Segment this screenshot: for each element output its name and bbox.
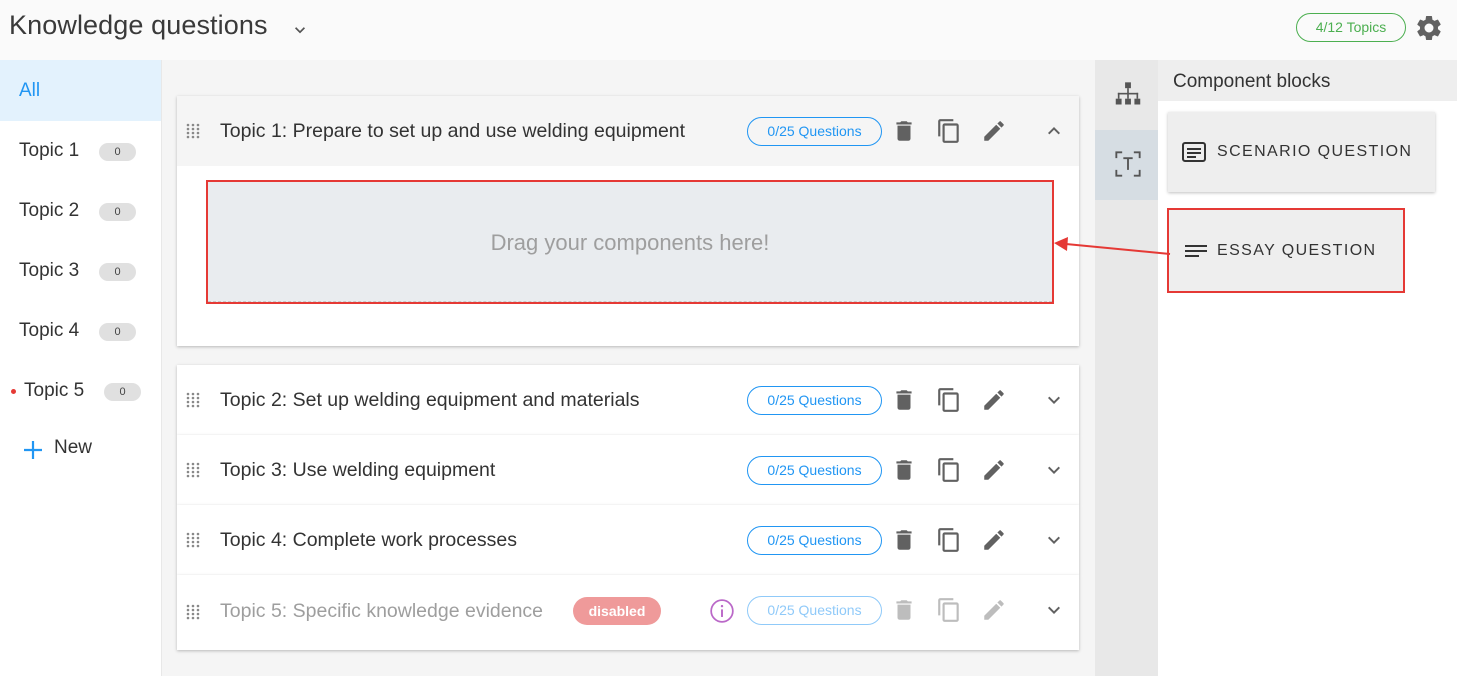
text-blocks-tab[interactable] (1095, 130, 1158, 200)
subject-box-icon (1182, 142, 1206, 162)
drag-handle-icon[interactable] (185, 122, 201, 140)
disabled-badge: disabled (573, 597, 661, 625)
chevron-up-icon[interactable] (1041, 119, 1067, 143)
sitemap-icon (1115, 82, 1141, 105)
sidebar-item-topic-1[interactable]: Topic 1 0 (0, 121, 161, 181)
sidebar-item-topic-3[interactable]: Topic 3 0 (0, 241, 161, 301)
tool-rail (1095, 60, 1158, 676)
count-badge: 0 (104, 383, 141, 401)
chevron-down-icon[interactable] (1041, 458, 1067, 482)
topic-card-header[interactable]: Topic 2: Set up welding equipment and ma… (177, 365, 1079, 435)
copy-icon[interactable] (936, 118, 962, 144)
new-topic-label: New (54, 437, 93, 458)
status-dot (11, 389, 16, 394)
copy-icon[interactable] (936, 527, 962, 553)
questions-count-badge: 0/25 Questions (747, 456, 882, 485)
sidebar-item-all[interactable]: All (0, 60, 161, 121)
drag-handle-icon[interactable] (185, 531, 201, 549)
drop-zone-text: Drag your components here! (490, 230, 770, 255)
text-frame-icon (1115, 151, 1141, 177)
app-header: Knowledge questions 4/12 Topics (0, 0, 1457, 60)
drag-handle-icon[interactable] (185, 603, 201, 621)
sidebar-item-topic-4[interactable]: Topic 4 0 (0, 301, 161, 361)
questions-count-badge: 0/25 Questions (747, 596, 882, 625)
topics-count-badge: 4/12 Topics (1296, 13, 1406, 42)
topic-card-5: Topic 5: Specific knowledge evidence dis… (177, 575, 1079, 650)
count-badge: 0 (99, 323, 136, 341)
topic-card-2: Topic 2: Set up welding equipment and ma… (177, 365, 1079, 435)
lines-icon (1185, 245, 1207, 257)
sidebar-item-label: Topic 1 (19, 140, 80, 161)
topic-title: Topic 1: Prepare to set up and use weldi… (220, 120, 686, 142)
gear-icon[interactable] (1414, 13, 1444, 43)
chevron-down-icon[interactable] (290, 20, 310, 40)
drag-handle-icon[interactable] (185, 461, 201, 479)
panel-title: Component blocks (1158, 60, 1457, 101)
sidebar-item-label: Topic 3 (19, 260, 80, 281)
sidebar-item-topic-5[interactable]: Topic 5 0 (0, 361, 161, 421)
page-title: Knowledge questions (9, 10, 268, 40)
trash-icon[interactable] (891, 457, 917, 483)
essay-question-block[interactable]: ESSAY QUESTION (1167, 208, 1405, 293)
topic-card-4: Topic 4: Complete work processes 0/25 Qu… (177, 505, 1079, 575)
trash-icon[interactable] (891, 118, 917, 144)
count-badge: 0 (99, 143, 136, 161)
sidebar-item-label: Topic 2 (19, 200, 80, 221)
questions-count-badge: 0/25 Questions (747, 526, 882, 555)
topic-card-3: Topic 3: Use welding equipment 0/25 Ques… (177, 435, 1079, 505)
sidebar-item-label: Topic 5 (24, 380, 85, 401)
topic-card-header[interactable]: Topic 5: Specific knowledge evidence dis… (177, 575, 1079, 650)
plus-icon (24, 441, 42, 459)
count-badge: 0 (99, 263, 136, 281)
component-blocks-panel: Component blocks SCENARIO QUESTION ESSAY… (1158, 60, 1457, 676)
chevron-down-icon[interactable] (1041, 528, 1067, 552)
chevron-down-icon[interactable] (1041, 598, 1067, 622)
topics-list: Topic 1: Prepare to set up and use weldi… (162, 60, 1095, 676)
sidebar-item-topic-2[interactable]: Topic 2 0 (0, 181, 161, 241)
count-badge: 0 (99, 203, 136, 221)
topic-title: Topic 5: Specific knowledge evidence (220, 600, 544, 622)
pencil-icon[interactable] (981, 457, 1007, 483)
drag-handle-icon[interactable] (185, 391, 201, 409)
topic-card-header[interactable]: Topic 4: Complete work processes 0/25 Qu… (177, 505, 1079, 575)
trash-icon[interactable] (891, 387, 917, 413)
scenario-question-block[interactable]: SCENARIO QUESTION (1168, 112, 1435, 192)
structure-tab[interactable] (1095, 60, 1158, 130)
annotation-arrow-icon (1054, 237, 1171, 255)
block-label: SCENARIO QUESTION (1217, 143, 1413, 160)
questions-count-badge: 0/25 Questions (747, 386, 882, 415)
topic-title: Topic 2: Set up welding equipment and ma… (220, 389, 640, 411)
copy-icon[interactable] (936, 387, 962, 413)
trash-icon (896, 600, 912, 620)
topic-card-1: Topic 1: Prepare to set up and use weldi… (177, 96, 1079, 346)
topic-title: Topic 3: Use welding equipment (220, 459, 496, 481)
sidebar-item-label: Topic 4 (19, 320, 80, 341)
topic-title: Topic 4: Complete work processes (220, 529, 517, 551)
pencil-icon[interactable] (981, 387, 1007, 413)
copy-icon[interactable] (936, 457, 962, 483)
pencil-icon (984, 600, 1004, 620)
drop-zone[interactable]: Drag your components here! (206, 180, 1054, 304)
pencil-icon[interactable] (981, 118, 1007, 144)
pencil-icon[interactable] (981, 527, 1007, 553)
copy-icon (938, 598, 959, 622)
chevron-down-icon[interactable] (1041, 388, 1067, 412)
trash-icon[interactable] (891, 527, 917, 553)
block-label: ESSAY QUESTION (1217, 242, 1377, 259)
topic-card-header[interactable]: Topic 1: Prepare to set up and use weldi… (177, 96, 1079, 166)
topics-sidebar: All Topic 1 0 Topic 2 0 Topic 3 0 Topic … (0, 60, 162, 676)
topic-card-header[interactable]: Topic 3: Use welding equipment 0/25 Ques… (177, 435, 1079, 505)
info-icon[interactable] (709, 598, 735, 624)
questions-count-badge: 0/25 Questions (747, 117, 882, 146)
